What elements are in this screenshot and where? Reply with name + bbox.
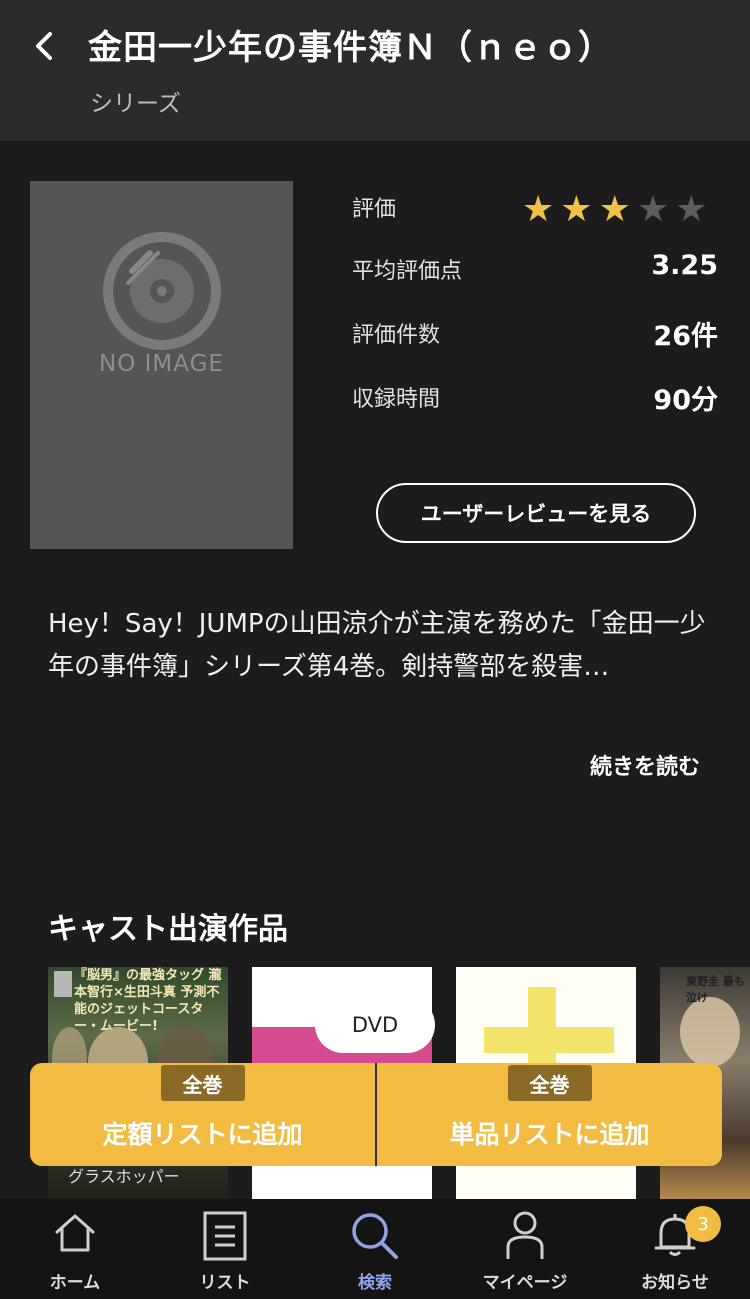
- rating-stars: ★ ★ ★ ★ ★: [522, 190, 707, 230]
- no-image-label: NO IMAGE: [99, 351, 224, 377]
- read-more-link[interactable]: 続きを読む: [590, 749, 700, 781]
- bottom-nav: ホーム リスト 検索 マイページ 3 お知らせ: [0, 1199, 750, 1299]
- format-pill: DVD: [315, 997, 435, 1053]
- volume-tag: 全巻: [160, 1065, 245, 1101]
- user-review-button[interactable]: ユーザーレビューを見る: [376, 483, 696, 543]
- back-button[interactable]: [26, 26, 66, 66]
- person-icon: [506, 1211, 544, 1259]
- add-to-list-bar: 全巻 定額リストに追加 全巻 単品リストに追加: [30, 1063, 722, 1166]
- search-icon: [352, 1213, 398, 1259]
- nav-home-label: ホーム: [49, 1273, 101, 1293]
- rating-count-label: 評価件数: [352, 323, 441, 348]
- home-icon: [55, 1214, 95, 1252]
- star-icon: ★: [522, 189, 555, 230]
- nav-search-label: 検索: [358, 1273, 392, 1293]
- thumbnail-caption: 東野圭 最も泣け: [686, 975, 745, 1004]
- add-single-list-label: 単品リストに追加: [449, 1120, 650, 1149]
- cast-section-title: キャスト出演作品: [48, 912, 288, 947]
- list-icon: [203, 1211, 247, 1261]
- nav-search[interactable]: 検索: [300, 1199, 450, 1299]
- star-icon: ★: [636, 189, 670, 230]
- nav-list-label: リスト: [199, 1273, 251, 1293]
- average-rating-label: 平均評価点: [352, 259, 463, 284]
- rating-label: 評価: [352, 197, 397, 222]
- header: 金田一少年の事件簿Ｎ（ｎｅｏ） シリーズ: [0, 0, 750, 141]
- star-icon: ★: [675, 189, 708, 230]
- star-icon: ★: [560, 189, 593, 230]
- description: Hey！Say！JUMPの山田涼介が主演を務めた「金田一少年の事件簿」シリーズ第…: [48, 609, 706, 682]
- star-icon: ★: [598, 189, 631, 230]
- add-subscription-list-button[interactable]: 全巻 定額リストに追加: [30, 1063, 375, 1166]
- nav-list[interactable]: リスト: [150, 1199, 300, 1299]
- nav-notifications-label: お知らせ: [641, 1273, 709, 1293]
- duration-label: 収録時間: [352, 387, 441, 412]
- poster-graphic: [484, 1027, 614, 1053]
- disc-icon: [103, 232, 221, 350]
- thumbnail-title: グラスホッパー: [68, 1167, 180, 1186]
- nav-mypage[interactable]: マイページ: [450, 1199, 600, 1299]
- nav-notifications[interactable]: 3 お知らせ: [600, 1199, 750, 1299]
- nav-home[interactable]: ホーム: [0, 1199, 150, 1299]
- average-rating-value: 3.25: [651, 250, 718, 281]
- add-subscription-list-label: 定額リストに追加: [102, 1120, 303, 1149]
- poster-figure: [680, 997, 740, 1067]
- notification-badge: 3: [685, 1206, 721, 1242]
- badge-image: [54, 971, 72, 997]
- cover-image: NO IMAGE: [30, 181, 293, 549]
- chevron-left-icon: [36, 32, 52, 60]
- volume-tag: 全巻: [507, 1065, 592, 1101]
- add-single-list-button[interactable]: 全巻 単品リストに追加: [377, 1063, 722, 1166]
- nav-mypage-label: マイページ: [482, 1273, 568, 1293]
- page-title: 金田一少年の事件簿Ｎ（ｎｅｏ）: [88, 28, 613, 68]
- duration-value: 90分: [653, 385, 718, 416]
- page-subtitle: シリーズ: [90, 91, 181, 117]
- thumbnail-caption: 『脳男』の最強タッグ 瀧本智行×生田斗真 予測不能のジェットコースター・ムービー…: [74, 968, 222, 1034]
- rating-count-value: 26件: [653, 321, 718, 352]
